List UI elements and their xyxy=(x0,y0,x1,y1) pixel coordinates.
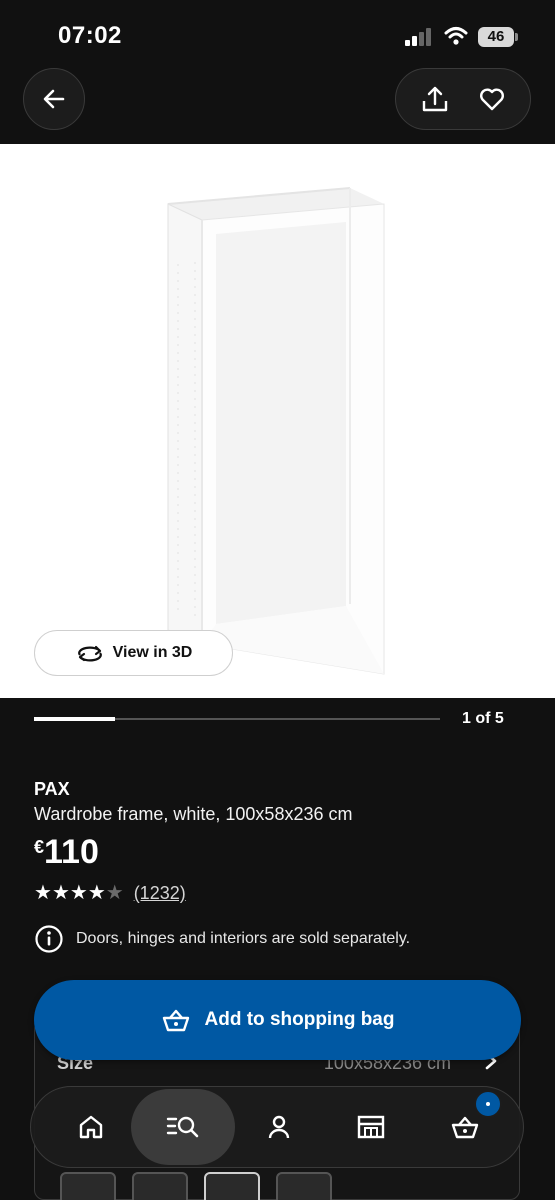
gallery-progress-fill xyxy=(34,717,115,721)
cellular-signal-icon xyxy=(405,28,431,46)
store-icon xyxy=(357,1115,385,1139)
color-thumbnail[interactable] xyxy=(60,1172,116,1200)
status-time: 07:02 xyxy=(58,22,122,49)
rotate-3d-icon xyxy=(77,645,102,662)
product-notice: Doors, hinges and interiors are sold sep… xyxy=(34,924,410,954)
view-in-3d-label: View in 3D xyxy=(112,644,193,661)
profile-icon xyxy=(268,1115,290,1139)
wifi-icon xyxy=(444,27,468,45)
notice-text: Doors, hinges and interiors are sold sep… xyxy=(76,930,411,947)
product-rating[interactable]: ★★★★★ (1232) xyxy=(34,883,186,904)
cart-badge xyxy=(474,1090,502,1118)
price-value: 110 xyxy=(44,833,99,871)
status-bar: 07:02 46 xyxy=(0,0,555,60)
view-in-3d-button[interactable]: View in 3D xyxy=(34,630,233,676)
product-image-gallery[interactable]: View in 3D xyxy=(0,144,555,698)
product-brand: PAX xyxy=(34,779,70,799)
shopping-bag-icon xyxy=(451,1116,479,1139)
star-filled-icon: ★ xyxy=(51,882,70,904)
battery-tip xyxy=(515,33,518,41)
tab-home[interactable] xyxy=(49,1087,133,1167)
product-description: Wardrobe frame, white, 100x58x236 cm xyxy=(34,804,353,824)
color-thumbnail[interactable] xyxy=(132,1172,188,1200)
shopping-basket-icon xyxy=(162,1009,189,1032)
color-thumbnail[interactable] xyxy=(276,1172,332,1200)
gallery-page-indicator: 1 of 5 xyxy=(462,710,504,727)
bottom-tab-bar xyxy=(30,1086,524,1168)
battery-indicator: 46 xyxy=(478,27,514,47)
tab-search[interactable] xyxy=(131,1089,235,1165)
heart-icon[interactable] xyxy=(478,85,506,113)
product-image xyxy=(167,187,385,675)
tab-profile[interactable] xyxy=(237,1087,321,1167)
info-icon xyxy=(35,925,63,953)
star-empty-icon: ★ xyxy=(105,882,124,904)
header-actions xyxy=(395,68,531,130)
product-price: € 110 xyxy=(34,832,99,872)
rating-stars: ★★★★★ xyxy=(34,883,124,904)
search-list-icon xyxy=(166,1116,199,1138)
review-count-link[interactable]: (1232) xyxy=(134,883,186,904)
star-filled-icon: ★ xyxy=(87,882,106,904)
tab-stores[interactable] xyxy=(329,1087,413,1167)
arrow-left-icon xyxy=(43,89,65,109)
top-nav-bar xyxy=(0,60,555,144)
home-icon xyxy=(79,1115,103,1139)
back-button[interactable] xyxy=(23,68,85,130)
add-to-bag-button[interactable]: Add to shopping bag xyxy=(34,980,521,1060)
color-thumbnails xyxy=(60,1172,332,1200)
add-to-bag-label: Add to shopping bag xyxy=(204,1009,395,1030)
share-icon[interactable] xyxy=(420,84,450,114)
star-filled-icon: ★ xyxy=(69,882,88,904)
price-currency: € xyxy=(34,837,45,857)
color-thumbnail-selected[interactable] xyxy=(204,1172,260,1200)
star-filled-icon: ★ xyxy=(34,882,52,904)
